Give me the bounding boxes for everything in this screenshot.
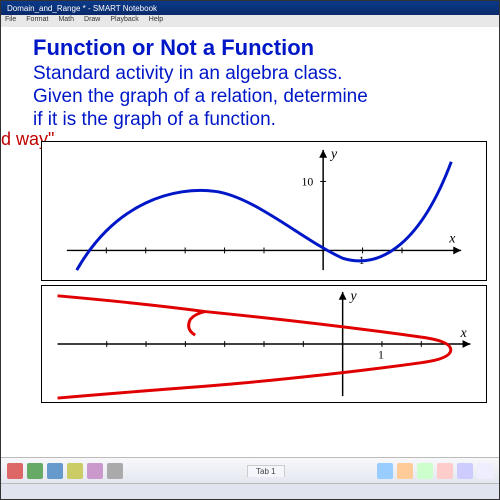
slide-body: Standard activity in an algebra class. G… bbox=[33, 63, 495, 131]
title-bar: Domain_and_Range * - SMART Notebook bbox=[1, 1, 499, 15]
body-line-2: Given the graph of a relation, determine bbox=[33, 86, 368, 107]
slide-content: Function or Not a Function Standard acti… bbox=[1, 27, 499, 411]
graph-1: 10 1 x y bbox=[41, 141, 487, 281]
menu-help[interactable]: Help bbox=[149, 16, 163, 26]
tool-icon-5[interactable] bbox=[87, 463, 103, 479]
body-line-3: if it is the graph of a function. bbox=[33, 109, 276, 130]
menu-bar[interactable]: File Format Math Draw Playback Help bbox=[1, 15, 499, 27]
bottom-toolbar[interactable]: Tab 1 bbox=[1, 457, 499, 483]
status-bar bbox=[1, 483, 499, 499]
tool-icon-3[interactable] bbox=[47, 463, 63, 479]
tool-icon-r6[interactable] bbox=[477, 463, 493, 479]
menu-file[interactable]: File bbox=[5, 16, 16, 26]
app-window: Domain_and_Range * - SMART Notebook File… bbox=[0, 0, 500, 500]
tool-icon-4[interactable] bbox=[67, 463, 83, 479]
menu-draw[interactable]: Draw bbox=[84, 16, 100, 26]
ytick-10: 10 bbox=[301, 175, 313, 189]
graph-2: 1 x y bbox=[41, 285, 487, 403]
menu-format[interactable]: Format bbox=[26, 16, 48, 26]
xlabel-2: x bbox=[460, 326, 467, 341]
menu-math[interactable]: Math bbox=[58, 16, 74, 26]
ylabel-1: y bbox=[329, 146, 338, 161]
tool-icon-1[interactable] bbox=[7, 463, 23, 479]
tab-1[interactable]: Tab 1 bbox=[247, 465, 285, 477]
slide-heading: Function or Not a Function bbox=[33, 35, 495, 61]
tool-icon-r5[interactable] bbox=[457, 463, 473, 479]
xtick-2: 1 bbox=[378, 348, 384, 362]
tool-icon-r3[interactable] bbox=[417, 463, 433, 479]
menu-playback[interactable]: Playback bbox=[110, 16, 138, 26]
tool-icon-r1[interactable] bbox=[377, 463, 393, 479]
tool-icon-6[interactable] bbox=[107, 463, 123, 479]
tool-icon-2[interactable] bbox=[27, 463, 43, 479]
tool-icon-r2[interactable] bbox=[397, 463, 413, 479]
body-line-1: Standard activity in an algebra class. bbox=[33, 63, 342, 84]
tool-icon-r4[interactable] bbox=[437, 463, 453, 479]
ylabel-2: y bbox=[349, 288, 358, 303]
xlabel-1: x bbox=[448, 231, 456, 246]
window-title: Domain_and_Range * - SMART Notebook bbox=[7, 4, 157, 13]
